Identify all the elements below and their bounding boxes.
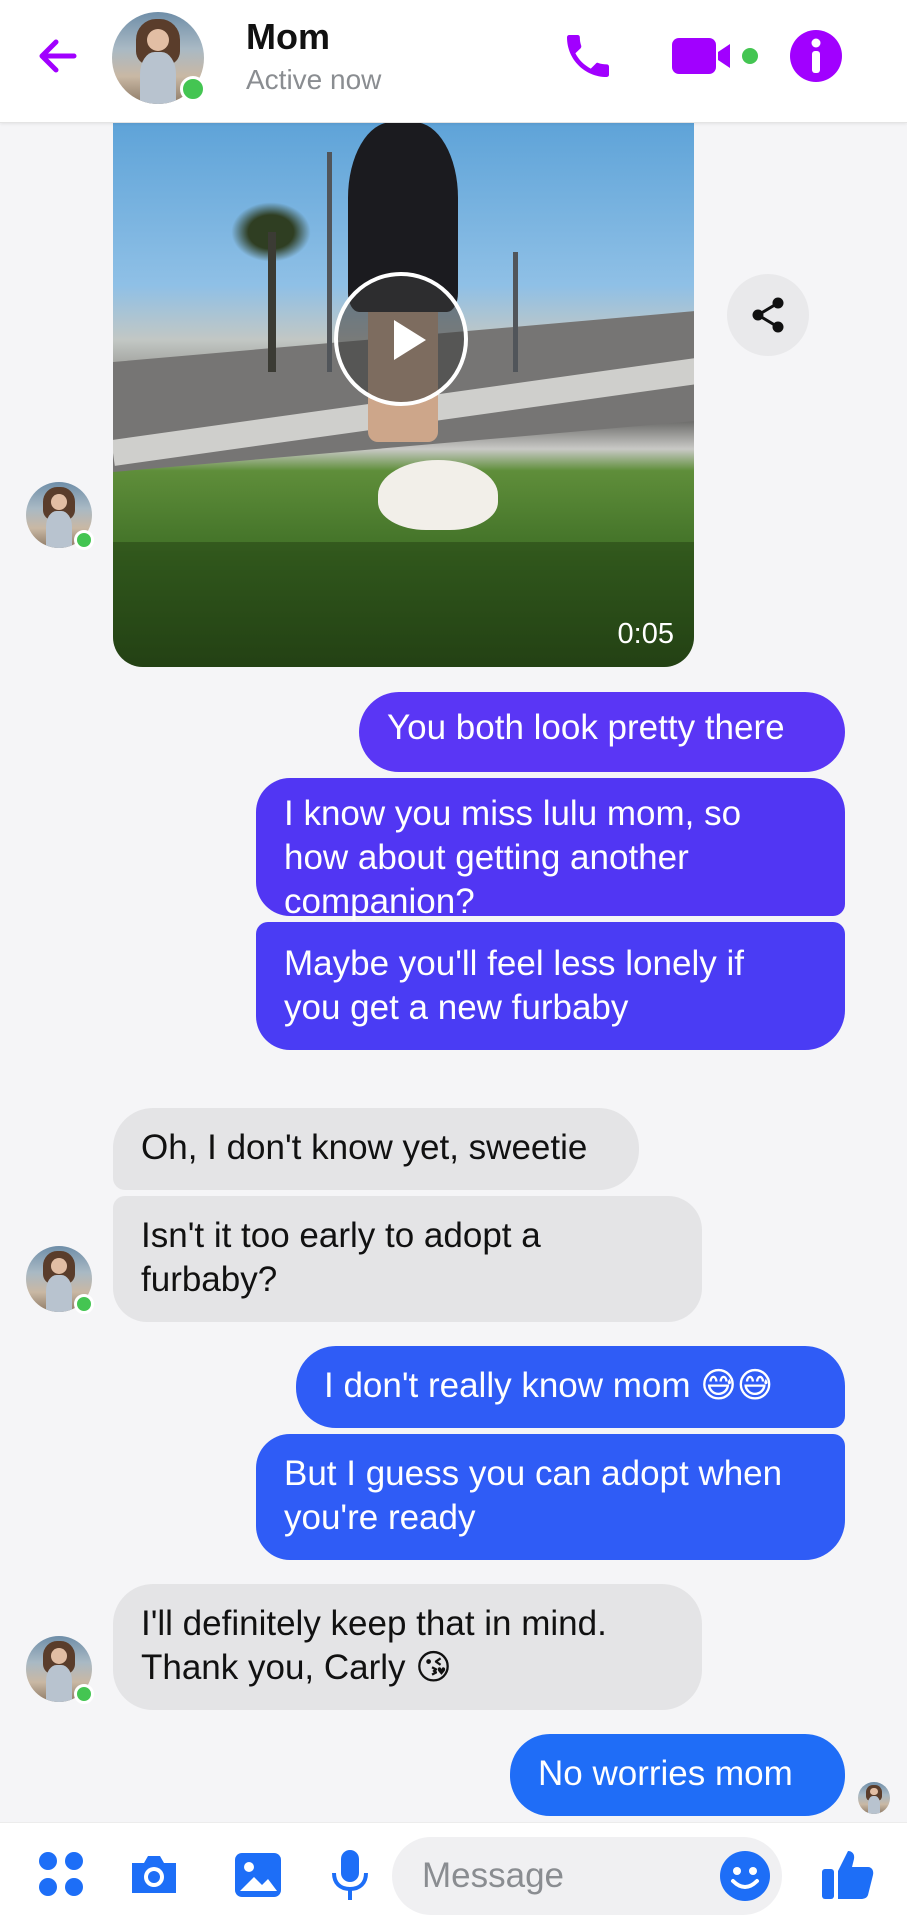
more-actions-button[interactable] [34,1847,90,1903]
outgoing-message[interactable]: Maybe you'll feel less lonely if you get… [256,922,845,1050]
contact-avatar[interactable] [112,12,206,104]
gallery-icon [235,1853,281,1897]
conversation-header: Mom Active now [0,0,907,123]
sender-avatar[interactable] [26,1246,94,1314]
contact-status: Active now [246,64,382,95]
message-line: I'll definitely keep that in mind. [141,1604,607,1643]
emoji-button[interactable] [718,1849,772,1903]
video-call-button[interactable] [670,28,762,84]
message-emoji: 😅😅 [700,1366,774,1405]
back-button[interactable] [34,32,82,80]
online-indicator [74,1684,94,1704]
microphone-icon [332,1850,368,1900]
emoji-icon [720,1851,770,1901]
sender-avatar[interactable] [26,1636,94,1704]
phone-icon [567,35,609,77]
message-line: Maybe you'll feel less lonely if [284,944,744,983]
online-indicator [74,530,94,550]
online-indicator [74,1294,94,1314]
outgoing-message[interactable]: No worries mom [510,1734,845,1816]
like-button[interactable] [818,1845,876,1903]
message-text: No worries mom [538,1754,793,1793]
message-line: furbaby? [141,1260,278,1299]
camera-icon [132,1856,176,1893]
share-button[interactable] [727,274,809,356]
info-icon [790,30,842,82]
menu-dots-icon [39,1852,83,1896]
gallery-button[interactable] [230,1847,286,1903]
voice-call-button[interactable] [560,28,616,84]
message-line: But I guess you can adopt when [284,1454,783,1493]
play-button[interactable] [334,272,468,406]
thumbs-up-icon [822,1851,874,1899]
back-arrow-icon [39,39,77,73]
message-text: You both look pretty there [387,708,785,747]
play-icon [394,320,426,360]
composer-bar [0,1822,907,1921]
share-icon [752,297,784,333]
message-text: Oh, I don't know yet, sweetie [141,1128,588,1167]
message-line: Thank you, Carly [141,1648,406,1687]
contact-name[interactable]: Mom [246,16,330,58]
message-line: you're ready [284,1498,476,1537]
message-thread[interactable]: 0:05 You both look pretty there I know y… [0,122,907,1822]
message-text: I don't really know mom [324,1366,691,1405]
message-line: you get a new furbaby [284,988,629,1027]
message-line: companion? [284,882,475,921]
incoming-message[interactable]: Oh, I don't know yet, sweetie [113,1108,639,1190]
outgoing-message[interactable]: But I guess you can adopt when you're re… [256,1434,845,1560]
read-receipt-avatar [858,1782,890,1814]
video-duration: 0:05 [617,618,674,650]
video-call-icon [672,38,758,74]
message-emoji: 😘 [415,1648,452,1687]
incoming-message[interactable]: Isn't it too early to adopt a furbaby? [113,1196,702,1322]
outgoing-message[interactable]: I don't really know mom 😅😅 [296,1346,845,1428]
message-line: I know you miss lulu mom, so [284,794,742,833]
outgoing-message[interactable]: I know you miss lulu mom, so how about g… [256,778,845,921]
outgoing-message[interactable]: You both look pretty there [359,692,845,772]
camera-button[interactable] [126,1847,182,1903]
sender-avatar[interactable] [26,482,94,550]
video-attachment[interactable]: 0:05 [113,122,694,667]
message-line: Isn't it too early to adopt a [141,1216,541,1255]
avatar-image [858,1782,890,1814]
info-button[interactable] [788,28,844,84]
message-line: how about getting another [284,838,689,877]
voice-message-button[interactable] [322,1847,378,1903]
incoming-message[interactable]: I'll definitely keep that in mind. Thank… [113,1584,702,1710]
online-indicator [180,76,206,102]
